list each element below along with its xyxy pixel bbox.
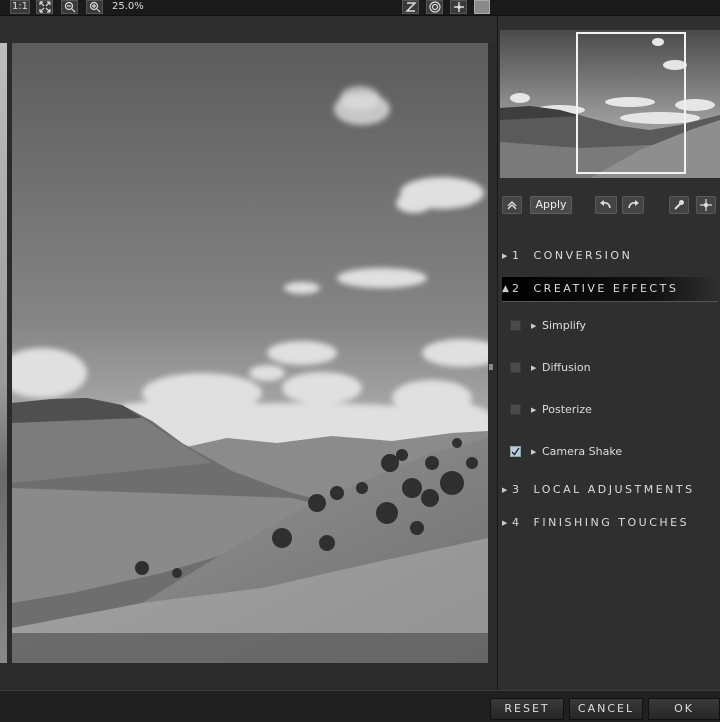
section-conversion[interactable]: ▶ 1 CONVERSION	[502, 244, 718, 268]
right-panel: Apply ▶ 1 CONVERSION ▲ 2 CREATIVE EFFECTS …	[497, 16, 720, 690]
z-tool-icon[interactable]	[402, 0, 419, 14]
expand-arrow-icon[interactable]: ▶	[531, 445, 536, 459]
move-icon[interactable]	[450, 0, 467, 14]
section-local-adjustments[interactable]: ▶ 3 LOCAL ADJUSTMENTS	[502, 478, 718, 502]
section-finishing-touches[interactable]: ▶ 4 FINISHING TOUCHES	[502, 511, 718, 535]
color-swatch[interactable]	[474, 0, 490, 14]
diffusion-checkbox[interactable]	[510, 362, 521, 373]
navigator-viewport-frame[interactable]	[576, 32, 686, 174]
canvas-area	[0, 16, 496, 690]
actual-size-button[interactable]: 1:1	[10, 0, 30, 14]
effect-simplify[interactable]: ▶ Simplify	[510, 319, 710, 333]
expand-arrow-icon[interactable]: ▶	[531, 361, 536, 375]
effect-diffusion[interactable]: ▶ Diffusion	[510, 361, 710, 375]
posterize-checkbox[interactable]	[510, 404, 521, 415]
wrench-icon[interactable]	[669, 196, 689, 214]
target-icon[interactable]	[426, 0, 443, 14]
zoom-level-readout: 25.0%	[112, 1, 144, 12]
canvas-ruler-strip	[0, 16, 496, 43]
panel-splitter[interactable]	[489, 364, 493, 370]
simplify-checkbox[interactable]	[510, 320, 521, 331]
collapsed-arrow-icon: ▶	[502, 519, 508, 527]
camera-shake-checkbox[interactable]	[510, 446, 521, 457]
collapsed-arrow-icon: ▶	[502, 486, 508, 494]
control-point-icon[interactable]	[696, 196, 716, 214]
expanded-arrow-icon: ▲	[502, 284, 509, 294]
effect-posterize[interactable]: ▶ Posterize	[510, 403, 710, 417]
reset-button[interactable]: RESET	[490, 698, 564, 720]
ok-button[interactable]: OK	[648, 698, 720, 720]
collapsed-arrow-icon: ▶	[502, 252, 508, 260]
previous-image-slice	[0, 43, 7, 663]
collapse-up-icon[interactable]	[502, 196, 522, 214]
fit-icon[interactable]	[36, 0, 53, 14]
preview-image[interactable]	[12, 43, 488, 663]
expand-arrow-icon[interactable]: ▶	[531, 403, 536, 417]
undo-icon[interactable]	[595, 196, 617, 214]
expand-arrow-icon[interactable]: ▶	[531, 319, 536, 333]
bottom-bar: RESET CANCEL OK	[0, 690, 720, 722]
cancel-button[interactable]: CANCEL	[569, 698, 643, 720]
zoom-out-icon[interactable]	[61, 0, 78, 14]
apply-button[interactable]: Apply	[530, 196, 572, 214]
section-creative-effects[interactable]: ▲ 2 CREATIVE EFFECTS	[502, 277, 718, 302]
redo-icon[interactable]	[622, 196, 644, 214]
top-toolbar: 1:1 25.0%	[0, 0, 720, 16]
effect-camera-shake[interactable]: ▶ Camera Shake	[510, 445, 710, 459]
zoom-in-icon[interactable]	[86, 0, 103, 14]
navigator-thumbnail[interactable]	[500, 30, 720, 178]
